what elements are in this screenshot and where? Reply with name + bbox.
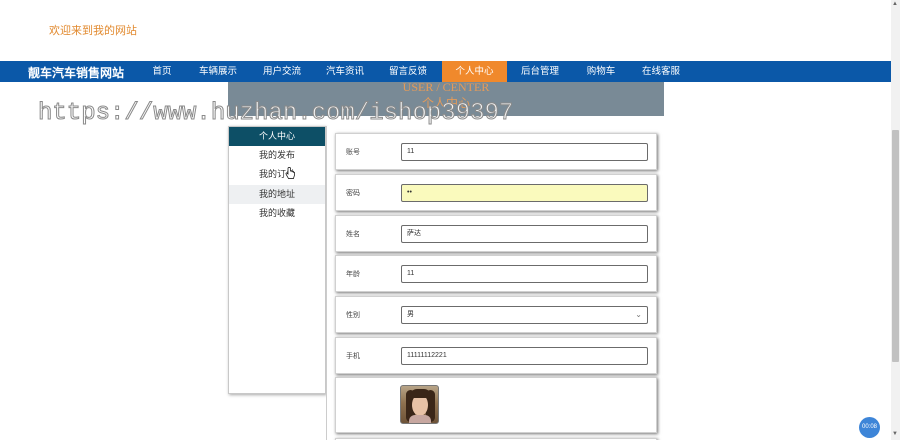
password-label: 密码 [346, 190, 360, 197]
field-card-photo [335, 377, 657, 433]
hand-cursor-icon [285, 167, 295, 179]
scrollbar-thumb[interactable] [892, 130, 899, 362]
age-label: 年龄 [346, 271, 360, 278]
banner-title-en: USER / CENTER [402, 80, 490, 94]
scroll-down-arrow-icon[interactable]: ▼ [892, 431, 898, 437]
avatar-hair [410, 389, 431, 398]
phone-label: 手机 [346, 353, 360, 360]
name-input[interactable]: 萨达 [401, 225, 648, 243]
side-menu-item-my-address[interactable]: 我的地址 [229, 185, 325, 204]
profile-form: 账号 11 密码 •• 姓名 萨达 年龄 11 性别 男 ⌄ 手机 111111… [326, 126, 664, 440]
site-brand[interactable]: 靓车汽车销售网站 [28, 64, 124, 81]
welcome-text: 欢迎来到我的网站 [49, 25, 137, 37]
nav-item-support[interactable]: 在线客服 [635, 61, 687, 82]
timer-badge: 00:08 [859, 417, 880, 438]
top-header: 欢迎来到我的网站 [0, 0, 891, 61]
vertical-scrollbar[interactable]: ▲ ▼ [891, 0, 900, 440]
nav-item-cart[interactable]: 购物车 [577, 61, 625, 82]
nav-item-admin[interactable]: 后台管理 [514, 61, 566, 82]
nav-item-news[interactable]: 汽车资讯 [319, 61, 371, 82]
field-card-account: 账号 11 [335, 133, 657, 170]
side-menu-item-my-orders[interactable]: 我的订单 [229, 165, 325, 184]
user-side-menu: 个人中心 我的发布 我的订单 我的地址 我的收藏 [228, 126, 326, 394]
main-nav: 靓车汽车销售网站 首页 车辆展示 用户交流 汽车资讯 留言反馈 个人中心 后台管… [0, 61, 891, 82]
avatar-body [409, 415, 431, 423]
nav-item-feedback[interactable]: 留言反馈 [382, 61, 434, 82]
gender-select[interactable]: 男 ⌄ [401, 306, 648, 324]
scroll-up-arrow-icon[interactable]: ▲ [892, 1, 898, 7]
avatar[interactable] [400, 385, 439, 424]
field-card-phone: 手机 11111112221 [335, 337, 657, 374]
nav-item-community[interactable]: 用户交流 [256, 61, 308, 82]
nav-item-home[interactable]: 首页 [143, 61, 181, 82]
side-menu-item-profile[interactable]: 个人中心 [229, 127, 325, 146]
nav-item-vehicles[interactable]: 车辆展示 [192, 61, 244, 82]
field-card-name: 姓名 萨达 [335, 215, 657, 252]
age-input[interactable]: 11 [401, 265, 648, 283]
page-banner: USER / CENTER 个人中心 [228, 80, 664, 116]
field-card-age: 年龄 11 [335, 255, 657, 292]
account-label: 账号 [346, 149, 360, 156]
phone-input[interactable]: 11111112221 [401, 347, 648, 365]
gender-selected-value: 男 [407, 311, 414, 318]
name-label: 姓名 [346, 231, 360, 238]
field-card-password: 密码 •• [335, 174, 657, 211]
side-menu-item-my-favorites[interactable]: 我的收藏 [229, 204, 325, 223]
chevron-down-icon: ⌄ [635, 310, 642, 319]
banner-title-zh: 个人中心 [421, 96, 470, 110]
gender-label: 性别 [346, 312, 360, 319]
account-input[interactable]: 11 [401, 143, 648, 161]
password-input[interactable]: •• [401, 184, 648, 202]
field-card-gender: 性别 男 ⌄ [335, 296, 657, 333]
side-menu-item-my-posts[interactable]: 我的发布 [229, 146, 325, 165]
nav-item-user-center[interactable]: 个人中心 [442, 61, 507, 82]
